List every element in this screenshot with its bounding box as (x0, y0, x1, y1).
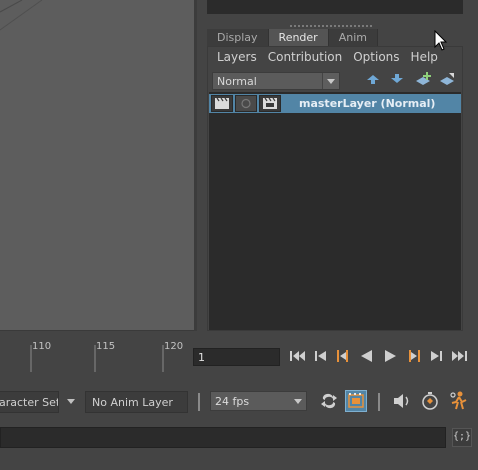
film-cache-icon (348, 393, 364, 408)
time-slider[interactable]: 110 115 120 (0, 339, 186, 372)
play-forwards-icon[interactable] (380, 347, 400, 365)
layer-menubar: Layers Contribution Options Help (208, 47, 462, 67)
chevron-down-icon (322, 73, 339, 89)
render-layer-panel: Layers Contribution Options Help Normal (207, 46, 463, 331)
layer-name: masterLayer (Normal) (299, 97, 436, 110)
render-layer-settings-toggle[interactable] (259, 95, 281, 112)
layer-editor-tabs: Display Render Anim (207, 29, 378, 46)
mouse-cursor-icon (434, 30, 448, 51)
recycle-icon (241, 98, 251, 109)
renderable-toggle[interactable] (211, 95, 233, 112)
cache-playback-toggle[interactable] (345, 390, 367, 412)
step-forward-frame-icon[interactable] (426, 347, 446, 365)
fps-dropdown[interactable]: 24 fps (210, 391, 307, 411)
move-layer-up-icon[interactable] (364, 71, 382, 87)
move-layer-down-icon[interactable] (388, 71, 406, 87)
tick-label-115: 115 (96, 341, 116, 352)
new-empty-layer-icon[interactable] (414, 71, 432, 87)
time-slider-ticks (30, 345, 164, 372)
menu-layers[interactable]: Layers (208, 47, 257, 67)
anim-layer-field[interactable]: No Anim Layer (85, 391, 188, 413)
auto-keyframe-icon[interactable] (419, 390, 441, 412)
clapperboard-icon (215, 97, 229, 109)
command-line-input[interactable] (0, 427, 446, 448)
step-back-key-icon[interactable] (333, 347, 353, 365)
clapperboard-settings-icon (263, 97, 277, 109)
menu-options[interactable]: Options (344, 47, 399, 67)
animation-preferences-icon[interactable] (448, 390, 470, 412)
layer-list: masterLayer (Normal) (209, 92, 461, 330)
separator-handle (198, 393, 200, 411)
menu-contribution[interactable]: Contribution (259, 47, 343, 67)
viewport-grid (0, 0, 43, 31)
blend-mode-dropdown[interactable]: Normal (212, 72, 340, 90)
tab-display[interactable]: Display (207, 29, 269, 46)
menu-help[interactable]: Help (402, 47, 438, 67)
script-editor-button[interactable]: {;} (452, 428, 472, 447)
tick-label-120: 120 (164, 341, 184, 352)
speaker-icon[interactable] (391, 390, 413, 412)
separator-handle (378, 393, 380, 411)
current-frame-field[interactable]: 1 (193, 348, 280, 366)
tab-render[interactable]: Render (268, 29, 329, 46)
chevron-down-icon[interactable] (67, 399, 75, 404)
tab-anim[interactable]: Anim (328, 29, 378, 46)
character-set-field[interactable]: aracter Set (0, 391, 59, 413)
chevron-down-icon (294, 399, 302, 404)
go-to-start-icon[interactable] (288, 347, 308, 365)
fps-value: 24 fps (215, 395, 250, 408)
layer-row-masterlayer[interactable]: masterLayer (Normal) (209, 94, 461, 113)
tick-label-110: 110 (32, 341, 52, 352)
panel-splitter-handle[interactable] (290, 16, 376, 27)
loop-icon[interactable] (318, 390, 340, 412)
blend-mode-value: Normal (217, 75, 257, 88)
recycle-toggle[interactable] (235, 95, 257, 112)
channel-box-area (207, 0, 463, 14)
step-forward-key-icon[interactable] (404, 347, 424, 365)
new-layer-from-selection-icon[interactable] (438, 71, 456, 87)
range-slider-row: aracter Set No Anim Layer 24 fps (0, 385, 478, 417)
play-backwards-icon[interactable] (357, 347, 377, 365)
viewport-border (194, 0, 197, 331)
viewport-panel[interactable] (0, 0, 196, 331)
step-back-frame-icon[interactable] (311, 347, 331, 365)
go-to-end-icon[interactable] (449, 347, 469, 365)
